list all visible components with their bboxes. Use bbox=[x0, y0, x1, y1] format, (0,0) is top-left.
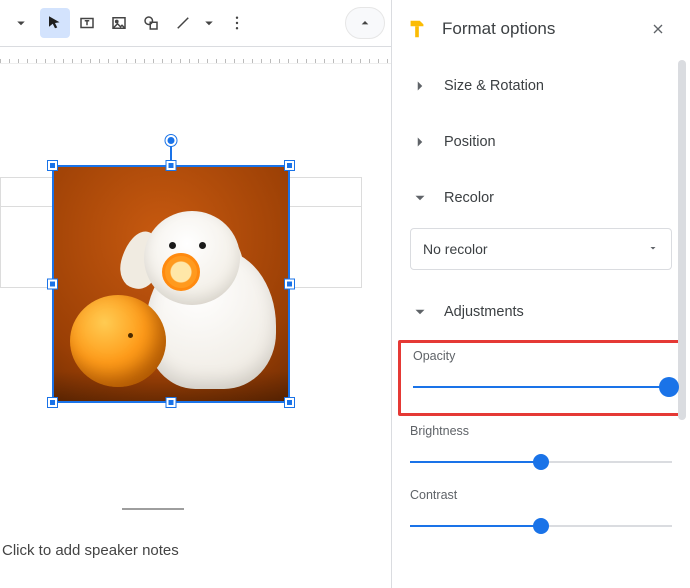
section-adjustments[interactable]: Adjustments bbox=[392, 284, 690, 340]
chevron-right-icon bbox=[408, 133, 432, 151]
resize-handle[interactable] bbox=[285, 398, 294, 407]
format-options-icon bbox=[406, 18, 428, 40]
toolbar bbox=[0, 0, 391, 46]
opacity-slider[interactable] bbox=[413, 377, 669, 397]
resize-handle[interactable] bbox=[285, 280, 294, 289]
opacity-highlight-box: Opacity bbox=[398, 340, 684, 416]
brightness-label: Brightness bbox=[410, 424, 672, 438]
image-content bbox=[54, 167, 288, 401]
editor-canvas-area: Click to add speaker notes bbox=[0, 0, 392, 588]
slide-canvas[interactable]: Click to add speaker notes bbox=[0, 64, 391, 588]
select-tool-button[interactable] bbox=[40, 8, 70, 38]
contrast-label: Contrast bbox=[410, 488, 672, 502]
caret-down-icon bbox=[647, 241, 659, 257]
panel-scrollbar[interactable] bbox=[678, 60, 686, 420]
recolor-dropdown[interactable]: No recolor bbox=[410, 228, 672, 270]
chevron-right-icon bbox=[408, 77, 432, 95]
horizontal-ruler bbox=[0, 46, 391, 64]
rotate-handle[interactable] bbox=[166, 135, 177, 146]
opacity-label: Opacity bbox=[413, 349, 669, 363]
section-label: Position bbox=[444, 134, 496, 150]
panel-title: Format options bbox=[442, 19, 555, 39]
line-tool-button[interactable] bbox=[168, 8, 198, 38]
section-recolor[interactable]: Recolor bbox=[392, 170, 690, 226]
chevron-down-icon bbox=[408, 189, 432, 207]
resize-handle[interactable] bbox=[48, 398, 57, 407]
section-position[interactable]: Position bbox=[392, 114, 690, 170]
section-label: Size & Rotation bbox=[444, 78, 544, 94]
section-label: Adjustments bbox=[444, 304, 524, 320]
resize-handle[interactable] bbox=[285, 161, 294, 170]
speaker-notes-placeholder[interactable]: Click to add speaker notes bbox=[2, 542, 179, 559]
notes-divider bbox=[122, 508, 184, 510]
more-tools-button[interactable] bbox=[222, 8, 252, 38]
recolor-value: No recolor bbox=[423, 241, 488, 257]
resize-handle[interactable] bbox=[167, 398, 176, 407]
contrast-slider[interactable] bbox=[410, 516, 672, 536]
shape-tool-button[interactable] bbox=[136, 8, 166, 38]
format-options-panel: Format options Size & Rotation Position … bbox=[392, 0, 690, 588]
chevron-down-icon bbox=[408, 303, 432, 321]
selected-image[interactable] bbox=[54, 167, 288, 401]
toolbar-dropdown-button[interactable] bbox=[6, 8, 36, 38]
close-panel-button[interactable] bbox=[644, 15, 672, 43]
resize-handle[interactable] bbox=[48, 161, 57, 170]
section-label: Recolor bbox=[444, 190, 494, 206]
line-tool-caret[interactable] bbox=[200, 8, 218, 38]
brightness-slider[interactable] bbox=[410, 452, 672, 472]
collapse-toolbar-button[interactable] bbox=[345, 7, 385, 39]
resize-handle[interactable] bbox=[167, 161, 176, 170]
textbox-tool-button[interactable] bbox=[72, 8, 102, 38]
image-tool-button[interactable] bbox=[104, 8, 134, 38]
section-size-rotation[interactable]: Size & Rotation bbox=[392, 58, 690, 114]
resize-handle[interactable] bbox=[48, 280, 57, 289]
